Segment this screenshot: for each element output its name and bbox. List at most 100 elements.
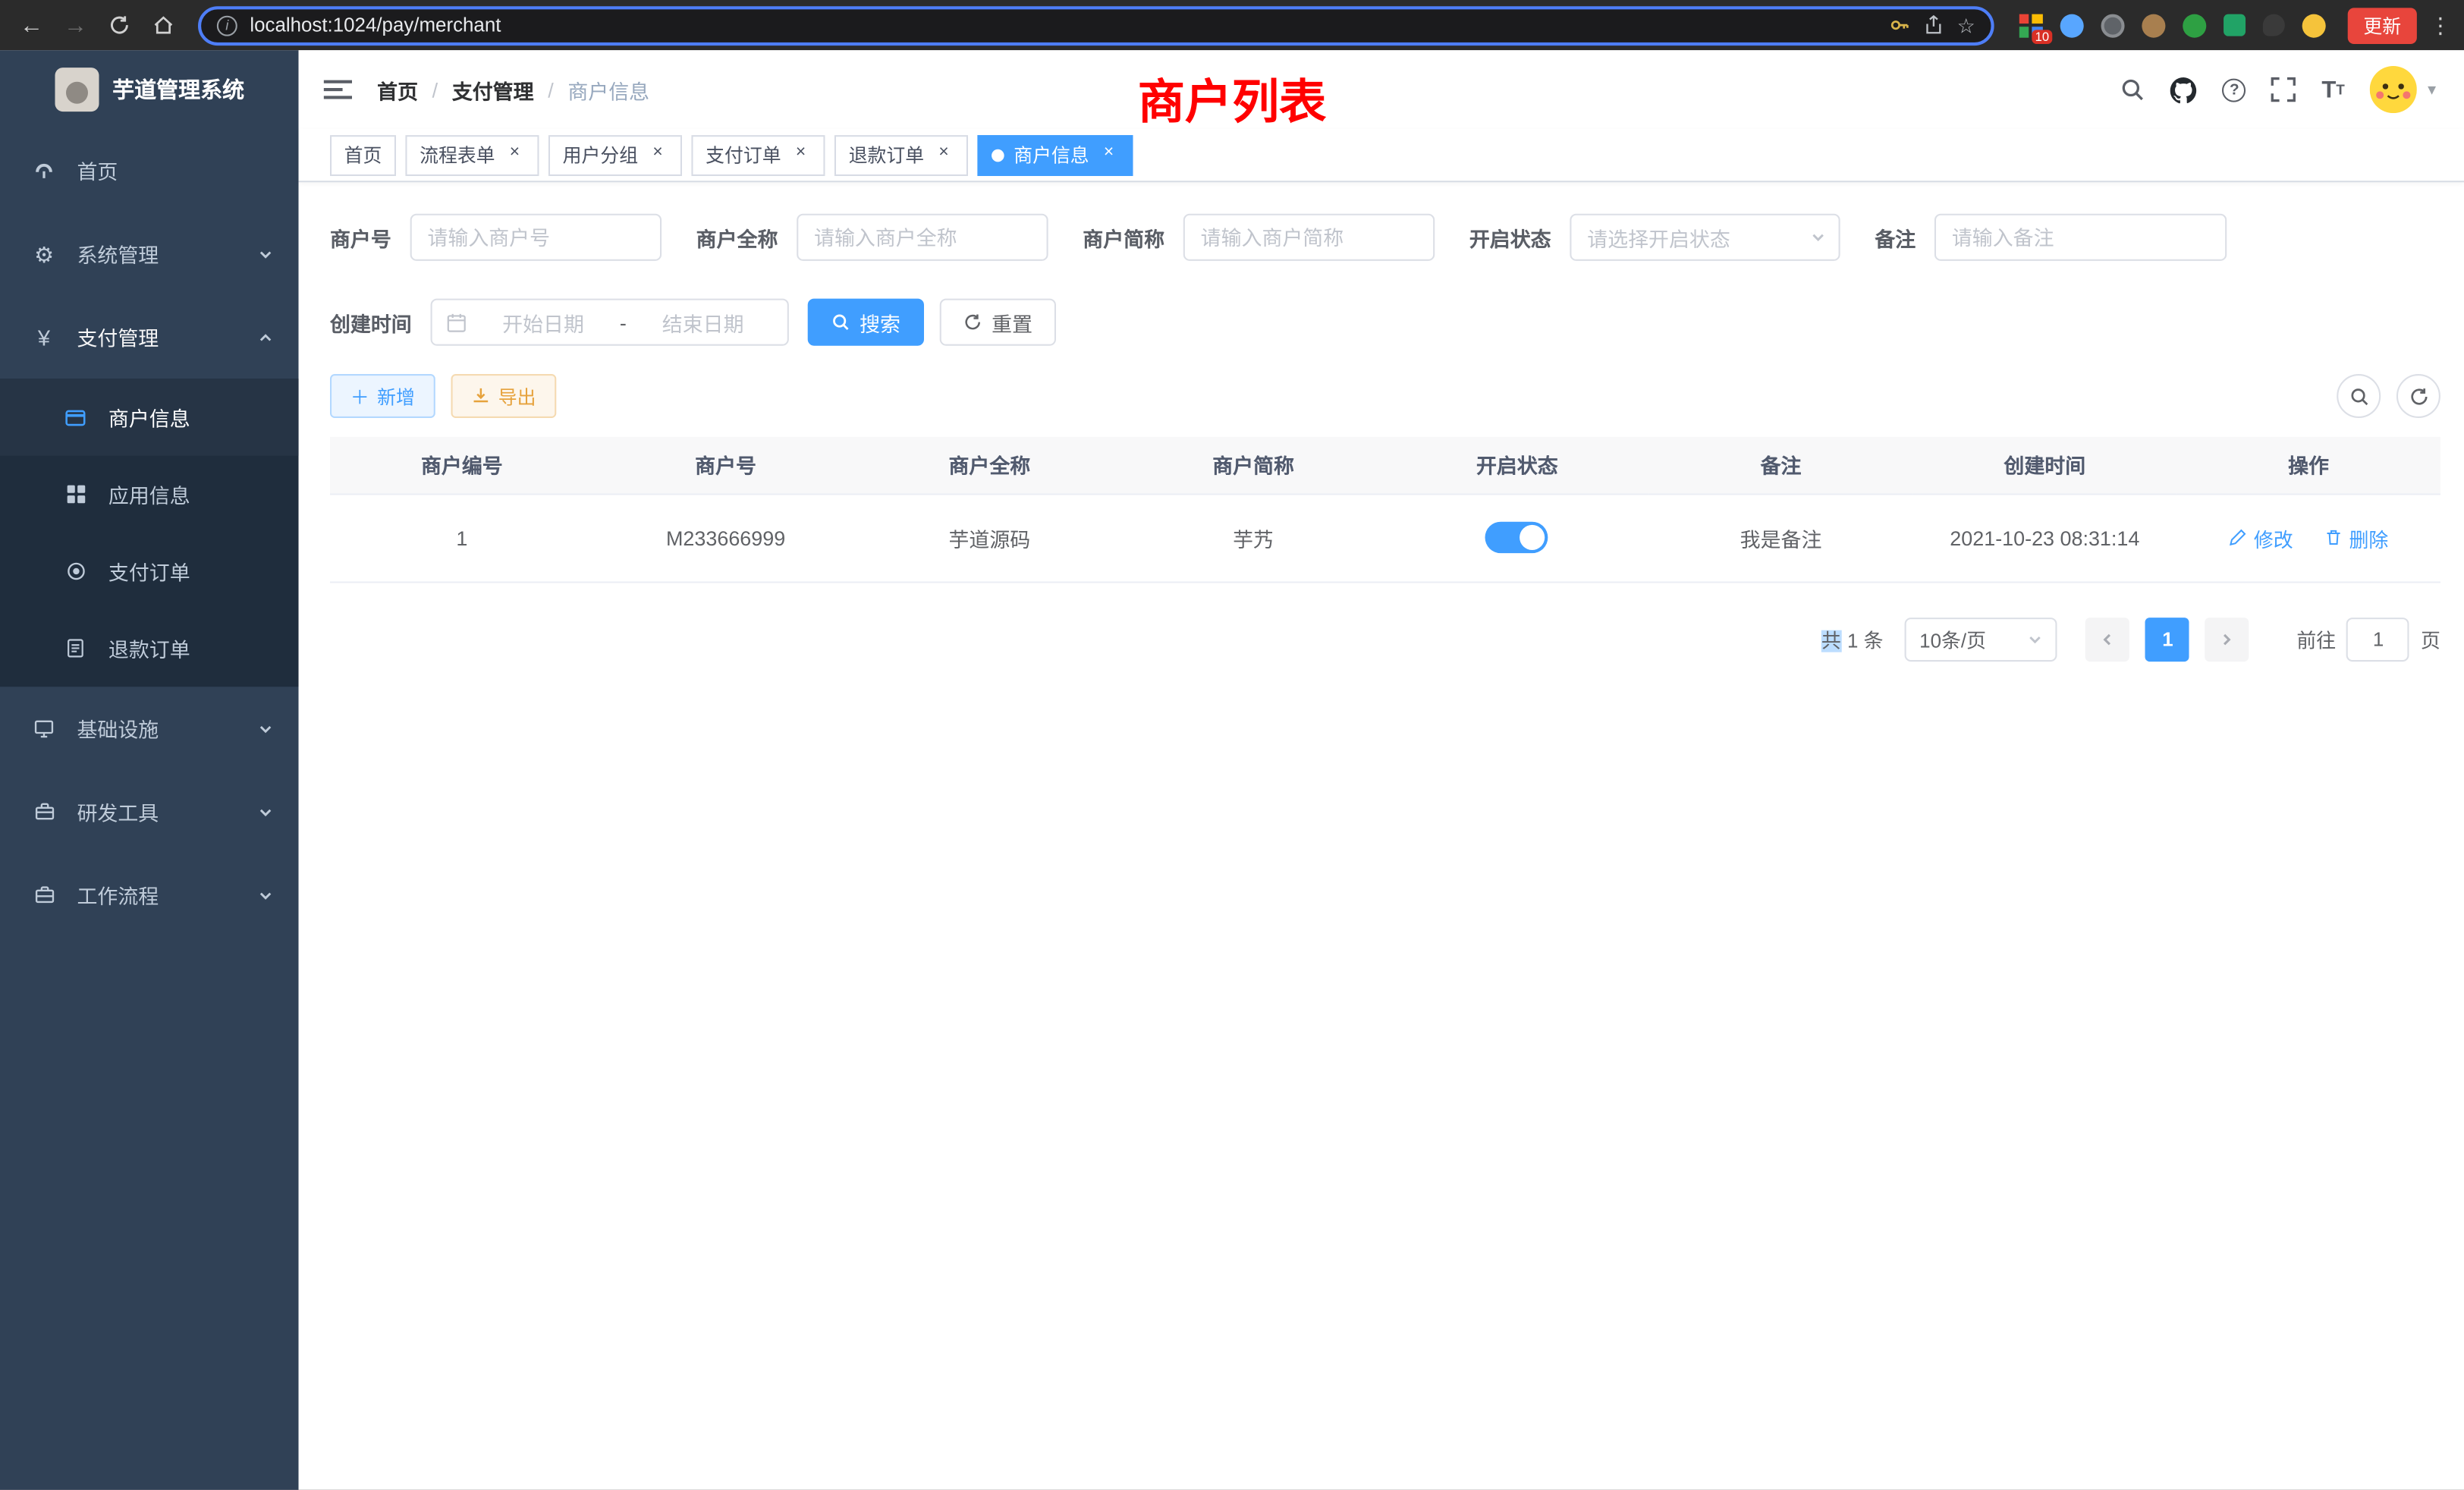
tab-label: 商户信息 bbox=[1014, 141, 1089, 168]
sidebar-item-infra[interactable]: 基础设施 bbox=[0, 687, 299, 770]
extensions-puzzle-icon[interactable]: 10 bbox=[2019, 14, 2043, 37]
extension-circle-icon[interactable] bbox=[2101, 14, 2124, 37]
close-icon[interactable]: × bbox=[790, 145, 811, 165]
sidebar-item-workflow[interactable]: 工作流程 bbox=[0, 853, 299, 937]
short-name-input[interactable] bbox=[1183, 214, 1435, 261]
toggle-search-button[interactable] bbox=[2337, 374, 2381, 418]
tab-refund-order[interactable]: 退款订单 × bbox=[834, 134, 968, 175]
reset-button[interactable]: 重置 bbox=[940, 299, 1056, 346]
export-button[interactable]: 导出 bbox=[451, 374, 557, 418]
password-key-icon[interactable] bbox=[1890, 14, 1912, 36]
refresh-table-button[interactable] bbox=[2396, 374, 2440, 418]
refresh-icon bbox=[2408, 386, 2428, 407]
browser-home-button[interactable] bbox=[145, 6, 183, 44]
browser-back-button[interactable]: ← bbox=[13, 6, 51, 44]
search-icon bbox=[2349, 386, 2369, 407]
header-search-icon[interactable] bbox=[2120, 77, 2145, 102]
breadcrumb-separator: / bbox=[432, 78, 438, 102]
page-unit-label: 页 bbox=[2421, 624, 2440, 653]
browser-menu-icon[interactable]: ⋮ bbox=[2429, 12, 2451, 39]
status-switch[interactable] bbox=[1485, 522, 1548, 553]
filter-full-name: 商户全称 bbox=[696, 214, 1048, 261]
tab-user-group[interactable]: 用户分组 × bbox=[548, 134, 682, 175]
page-size-select[interactable]: 10条/页 bbox=[1906, 617, 2058, 661]
hamburger-icon[interactable] bbox=[324, 77, 352, 102]
breadcrumb-payment[interactable]: 支付管理 bbox=[452, 74, 534, 104]
sidebar-logo[interactable]: 芋道管理系统 bbox=[0, 50, 299, 129]
extension-avatar-icon[interactable] bbox=[2142, 14, 2165, 37]
sidebar-item-dev-tools[interactable]: 研发工具 bbox=[0, 770, 299, 853]
extension-pin-icon[interactable] bbox=[2263, 14, 2285, 36]
browser-reload-button[interactable] bbox=[101, 6, 139, 44]
tab-label: 首页 bbox=[344, 141, 382, 168]
close-icon[interactable]: × bbox=[504, 145, 525, 165]
start-date-placeholder: 开始日期 bbox=[473, 307, 614, 337]
status-select[interactable]: 请选择开启状态 bbox=[1570, 214, 1840, 261]
field-label: 创建时间 bbox=[330, 307, 431, 337]
col-short-name: 商户简称 bbox=[1121, 437, 1385, 494]
full-name-input[interactable] bbox=[797, 214, 1048, 261]
briefcase-icon bbox=[31, 885, 56, 905]
tab-label: 支付订单 bbox=[706, 141, 781, 168]
edit-icon bbox=[2229, 528, 2248, 547]
refresh-icon bbox=[963, 313, 982, 332]
active-dot bbox=[992, 149, 1004, 162]
col-full-name: 商户全称 bbox=[857, 437, 1121, 494]
extension-drop-icon[interactable] bbox=[2060, 14, 2084, 37]
page-number-1[interactable]: 1 bbox=[2145, 617, 2189, 661]
end-date-placeholder: 结束日期 bbox=[633, 307, 773, 337]
add-button[interactable]: ＋ 新增 bbox=[330, 374, 435, 418]
close-icon[interactable]: × bbox=[934, 145, 954, 165]
gear-icon: ⚙ bbox=[31, 243, 56, 265]
sidebar-item-pay-order[interactable]: 支付订单 bbox=[0, 533, 299, 610]
logo-avatar bbox=[54, 68, 98, 112]
table-row: 1 M233666999 芋道源码 芋艿 我是备注 2021-10-23 08:… bbox=[330, 493, 2440, 581]
close-icon[interactable]: × bbox=[1098, 145, 1119, 165]
sidebar-item-payment[interactable]: ¥ 支付管理 bbox=[0, 295, 299, 379]
delete-link[interactable]: 删除 bbox=[2324, 523, 2388, 552]
sidebar-item-home[interactable]: 首页 bbox=[0, 129, 299, 212]
share-icon[interactable] bbox=[1924, 14, 1944, 36]
tab-merchant-info[interactable]: 商户信息 × bbox=[978, 134, 1133, 175]
sidebar-item-system[interactable]: ⚙ 系统管理 bbox=[0, 212, 299, 296]
merchant-no-input[interactable] bbox=[410, 214, 662, 261]
browser-update-button[interactable]: 更新 bbox=[2348, 7, 2417, 43]
sidebar-item-merchant-info[interactable]: 商户信息 bbox=[0, 379, 299, 456]
chevron-down-icon bbox=[258, 804, 274, 820]
card-icon bbox=[63, 406, 88, 428]
tab-home[interactable]: 首页 bbox=[330, 134, 396, 175]
pagination-total: 共1 条 bbox=[1821, 624, 1884, 653]
filter-create-time: 创建时间 开始日期 - 结束日期 bbox=[330, 299, 789, 346]
tab-label: 流程表单 bbox=[420, 141, 495, 168]
github-icon[interactable] bbox=[2170, 76, 2197, 102]
goto-page-input[interactable] bbox=[2347, 617, 2410, 661]
edit-link[interactable]: 修改 bbox=[2229, 523, 2293, 552]
sidebar-item-refund-order[interactable]: 退款订单 bbox=[0, 610, 299, 687]
date-range-picker[interactable]: 开始日期 - 结束日期 bbox=[431, 299, 789, 346]
extension-emoji-icon[interactable] bbox=[2302, 14, 2326, 37]
fullscreen-icon[interactable] bbox=[2271, 77, 2296, 102]
url-text[interactable]: localhost:1024/pay/merchant bbox=[250, 14, 1877, 36]
sidebar-item-app-info[interactable]: 应用信息 bbox=[0, 456, 299, 533]
field-label: 开启状态 bbox=[1469, 222, 1570, 252]
user-avatar[interactable]: ▼ bbox=[2370, 66, 2439, 113]
tab-pay-order[interactable]: 支付订单 × bbox=[692, 134, 825, 175]
bookmark-star-icon[interactable]: ☆ bbox=[1957, 15, 1975, 36]
breadcrumb-home[interactable]: 首页 bbox=[377, 74, 418, 104]
font-size-icon[interactable]: TT bbox=[2321, 78, 2344, 102]
page-info-icon[interactable]: i bbox=[217, 15, 237, 36]
next-page-button[interactable] bbox=[2205, 617, 2249, 661]
address-bar[interactable]: i localhost:1024/pay/merchant ☆ bbox=[198, 5, 1994, 45]
extension-green-circle-icon[interactable] bbox=[2183, 14, 2206, 37]
filter-remark: 备注 bbox=[1875, 214, 2227, 261]
help-icon[interactable]: ? bbox=[2223, 78, 2246, 102]
prev-page-button[interactable] bbox=[2086, 617, 2130, 661]
remark-input[interactable] bbox=[1934, 214, 2227, 261]
tab-process-form[interactable]: 流程表单 × bbox=[405, 134, 539, 175]
reload-icon bbox=[108, 14, 130, 36]
extension-green-square-icon[interactable] bbox=[2224, 14, 2246, 36]
close-icon[interactable]: × bbox=[648, 145, 668, 165]
browser-forward-button[interactable]: → bbox=[57, 6, 95, 44]
search-button[interactable]: 搜索 bbox=[808, 299, 924, 346]
document-icon bbox=[63, 638, 88, 659]
